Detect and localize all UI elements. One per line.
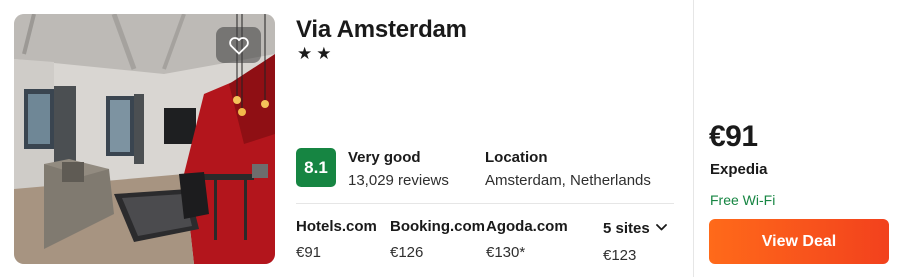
site-offer-booking[interactable]: Booking.com €126	[390, 218, 485, 261]
rating-text: Very good	[348, 149, 421, 166]
site-name: Agoda.com	[486, 218, 568, 235]
chevron-down-icon	[655, 218, 667, 236]
site-price: €126	[390, 244, 424, 261]
favorite-button[interactable]	[216, 27, 261, 63]
site-offer-hotels[interactable]: Hotels.com €91	[296, 218, 377, 261]
site-price: €130*	[486, 244, 526, 261]
more-sites-price: €123	[603, 247, 637, 264]
heart-outline-icon	[228, 37, 249, 55]
location-label: Location	[485, 149, 548, 166]
site-name: Hotels.com	[296, 218, 377, 235]
view-deal-button[interactable]: View Deal	[709, 219, 889, 264]
more-sites-label: 5 sites	[603, 220, 650, 237]
hotel-result-card: Via Amsterdam ★★ 8.1 Very good 13,029 re…	[0, 0, 906, 277]
review-score-badge: 8.1	[296, 148, 336, 187]
location-value: Amsterdam, Netherlands	[485, 172, 651, 189]
site-offer-agoda[interactable]: Agoda.com €130*	[486, 218, 568, 261]
site-name: Booking.com	[390, 218, 486, 235]
star-rating: ★★	[297, 44, 336, 63]
amenity-wifi: Free Wi-Fi	[710, 192, 776, 208]
site-price: €91	[296, 244, 322, 261]
vertical-divider	[693, 0, 694, 277]
review-count[interactable]: 13,029 reviews	[348, 172, 449, 189]
divider	[296, 203, 674, 204]
more-sites-dropdown[interactable]: 5 sites €123	[603, 218, 667, 264]
deal-price: €91	[709, 120, 758, 153]
deal-provider: Expedia	[710, 161, 768, 178]
hotel-name[interactable]: Via Amsterdam	[296, 16, 467, 44]
